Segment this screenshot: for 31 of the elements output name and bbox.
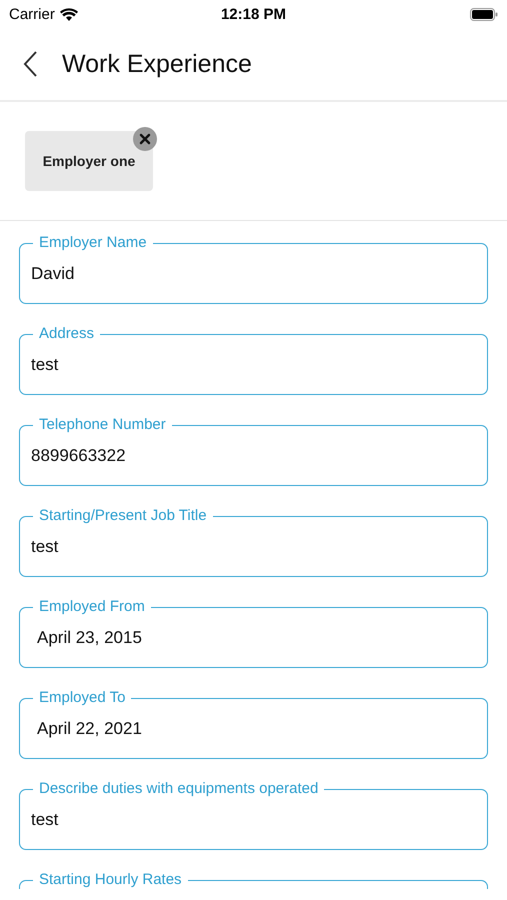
field-label: Starting/Present Job Title bbox=[33, 508, 213, 524]
field-label: Employed From bbox=[33, 599, 151, 615]
field-value: 8899663322 bbox=[31, 446, 126, 466]
field-label: Describe duties with equipments operated bbox=[33, 781, 324, 797]
page-title: Work Experience bbox=[62, 50, 252, 78]
field-value: test bbox=[31, 537, 58, 557]
field-value: April 22, 2021 bbox=[37, 719, 142, 739]
input-field[interactable]: Starting/Present Job Title test bbox=[19, 508, 488, 577]
chip-label: Employer one bbox=[42, 153, 136, 169]
close-icon bbox=[139, 133, 151, 145]
input-field[interactable]: Address test bbox=[19, 326, 488, 395]
clock-time: 12:18 PM bbox=[220, 6, 286, 22]
field-label: Employer Name bbox=[33, 235, 153, 251]
date-field[interactable]: Employed From April 23, 2015 bbox=[19, 599, 488, 668]
date-field[interactable]: Employed To April 22, 2021 bbox=[19, 690, 488, 759]
close-button[interactable] bbox=[133, 127, 157, 151]
back-button[interactable] bbox=[22, 50, 38, 78]
input-field[interactable]: Telephone Number 8899663322 bbox=[19, 417, 488, 486]
field-value: test bbox=[31, 355, 58, 375]
input-field[interactable]: Describe duties with equipments operated test bbox=[19, 781, 488, 850]
field-label: Employed To bbox=[33, 690, 132, 706]
battery-icon bbox=[470, 8, 498, 20]
carrier-label: Carrier bbox=[9, 6, 55, 22]
input-field[interactable]: Employer Name David bbox=[19, 235, 488, 304]
field-value: test bbox=[31, 810, 58, 830]
field-label: Telephone Number bbox=[33, 417, 172, 433]
field-label: Starting Hourly Rates bbox=[33, 872, 188, 888]
wifi-icon bbox=[60, 8, 78, 20]
back-chevron-icon bbox=[22, 50, 38, 78]
field-value: David bbox=[31, 264, 74, 284]
field-value: April 23, 2015 bbox=[37, 628, 142, 648]
